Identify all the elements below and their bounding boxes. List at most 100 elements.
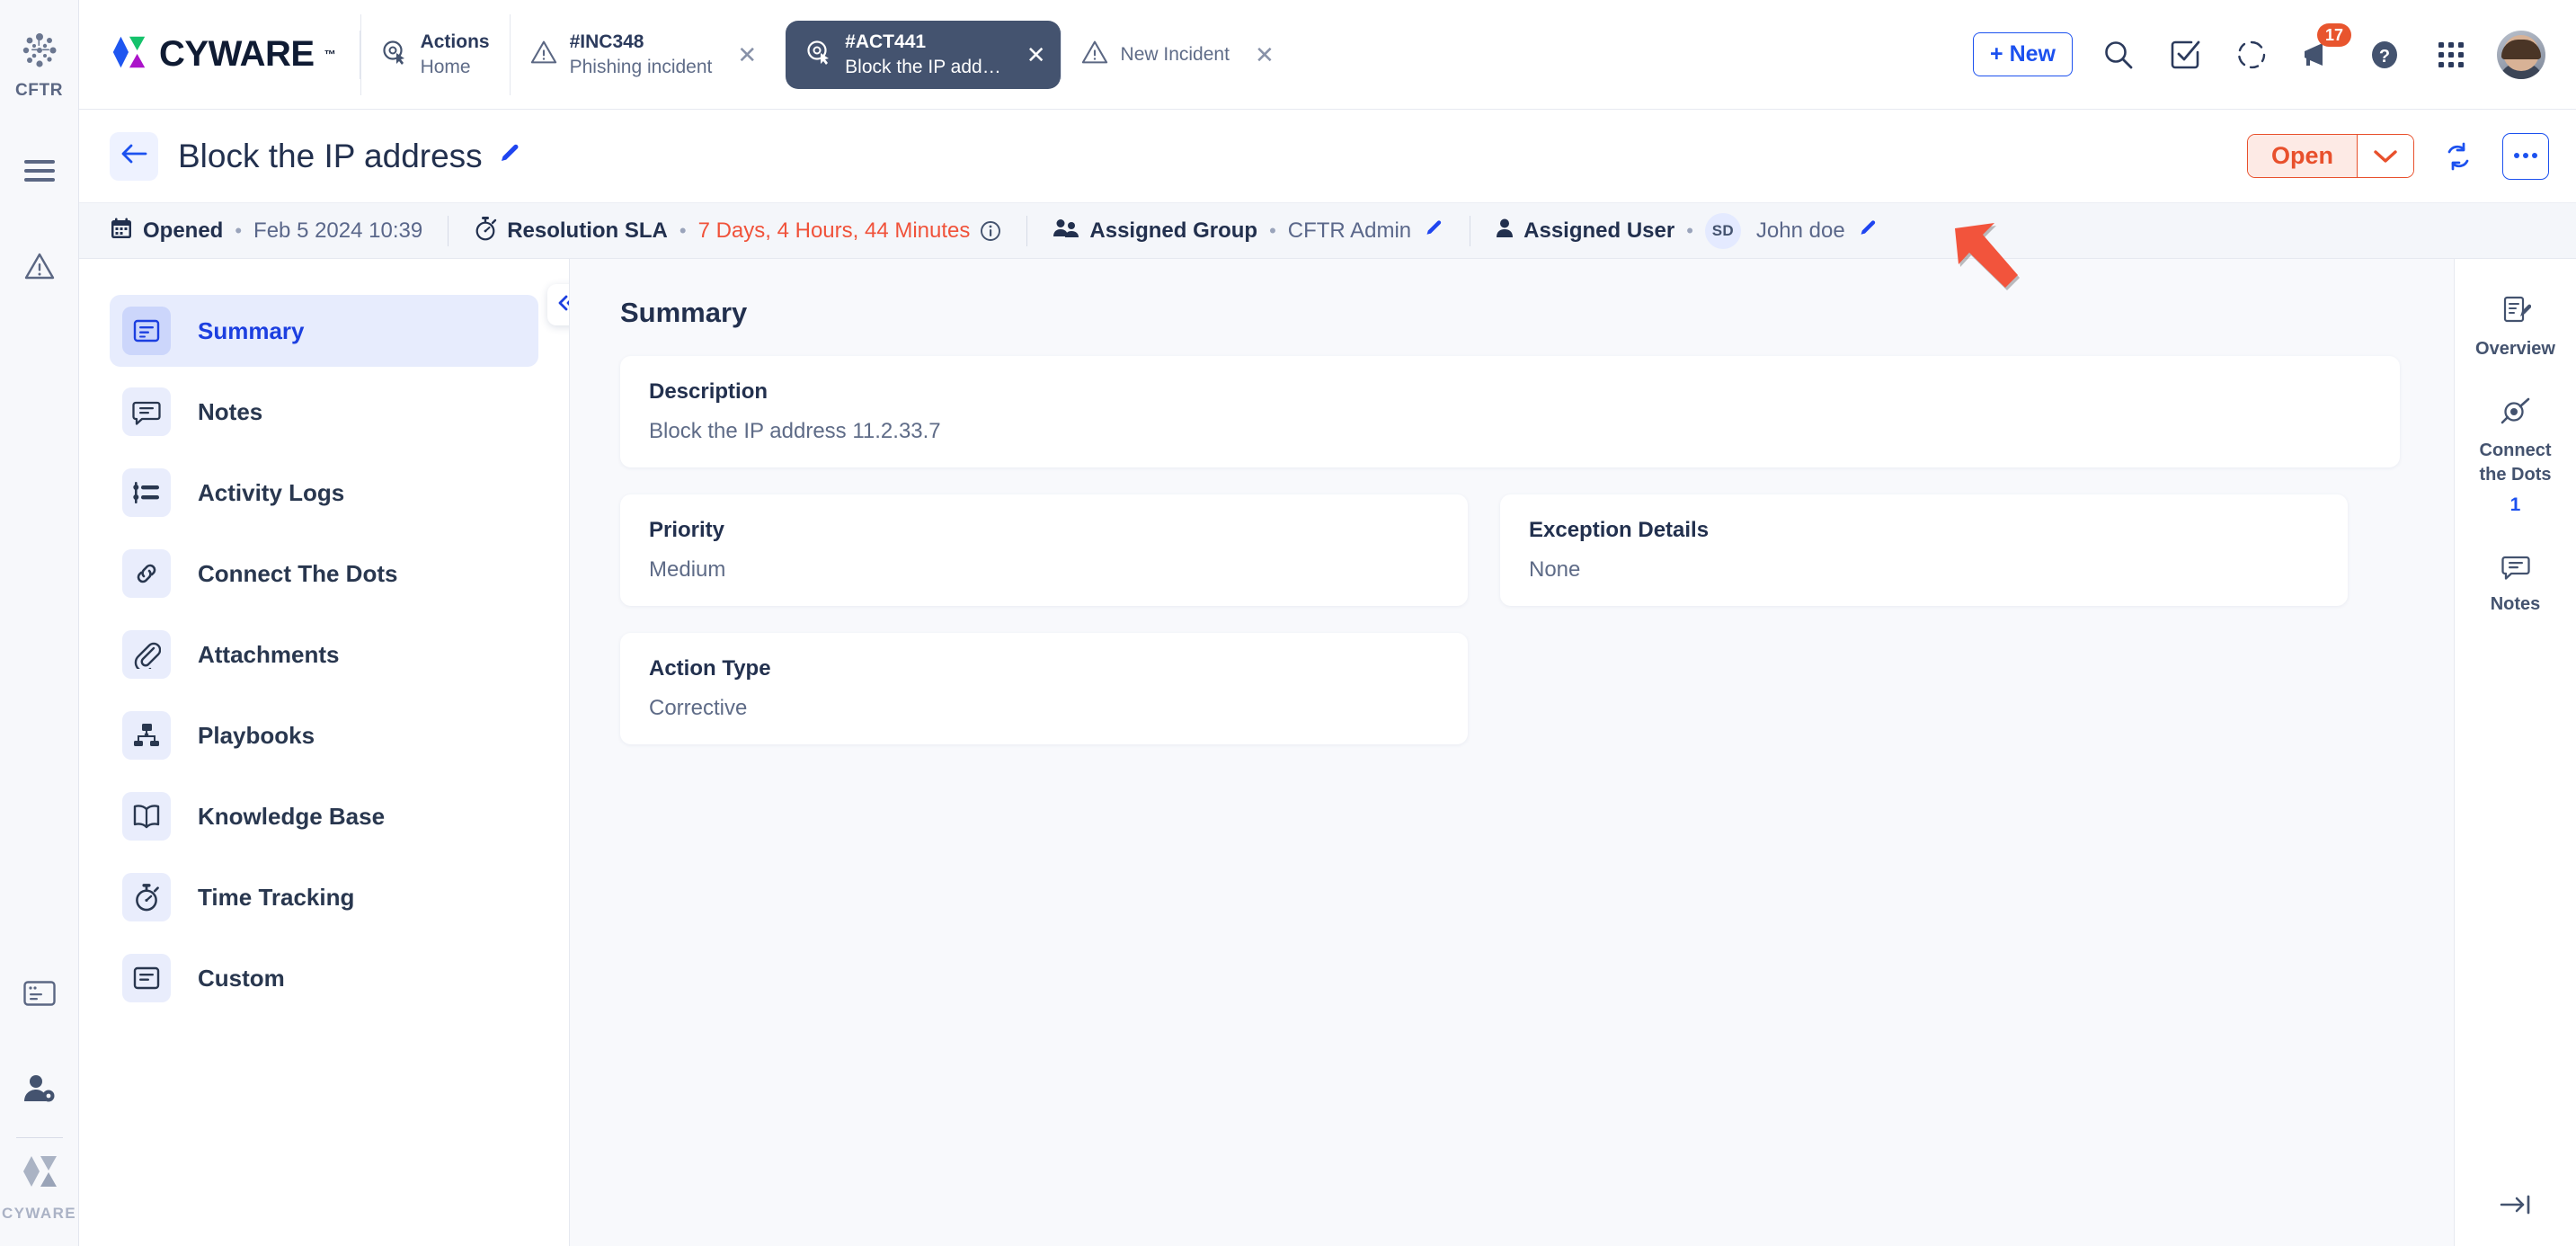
tab-actions-home[interactable]: Actions Home — [360, 14, 510, 95]
right-rail-label: Notes — [2491, 593, 2541, 616]
user-edit-button[interactable] — [1859, 218, 1879, 243]
app-grid-icon[interactable] — [2430, 34, 2472, 76]
title-edit-button[interactable] — [499, 142, 522, 170]
rail-brand-label: CFTR — [15, 81, 63, 101]
new-button[interactable]: + New — [1973, 32, 2073, 76]
tab-subtitle: Phishing incident — [570, 57, 713, 78]
meta-opened-label: Opened — [143, 218, 223, 244]
more-options-button[interactable] — [2502, 133, 2549, 180]
sidebar-item-playbooks[interactable]: Playbooks — [110, 699, 538, 771]
sidebar-item-label: Custom — [198, 965, 285, 992]
sidebar-item-summary[interactable]: Summary — [110, 295, 538, 367]
sidebar-item-activity-logs[interactable]: Activity Logs — [110, 457, 538, 529]
tab-subtitle: Block the IP add… — [845, 57, 1001, 78]
chevron-down-icon[interactable] — [2357, 135, 2413, 177]
tab-title: #ACT441 — [845, 31, 1001, 53]
open-book-icon — [122, 792, 171, 841]
priority-label: Priority — [649, 518, 1439, 543]
meta-divider — [448, 216, 449, 246]
sidebar-item-incidents[interactable] — [16, 245, 63, 291]
sidebar-item-console[interactable] — [16, 972, 63, 1019]
loading-circle-icon[interactable] — [2231, 34, 2272, 76]
content-area: Summary Description Block the IP address… — [570, 259, 2454, 1246]
sidebar-item-menu[interactable] — [16, 149, 63, 196]
collapse-panel-button[interactable] — [547, 284, 570, 325]
meta-opened: Opened • Feb 5 2024 10:39 — [110, 217, 422, 245]
avatar[interactable] — [2497, 31, 2545, 79]
status-dropdown[interactable]: Open — [2247, 134, 2414, 178]
meta-separator-dot: • — [680, 219, 687, 243]
tab-title: Actions — [421, 31, 490, 53]
group-edit-button[interactable] — [1425, 218, 1444, 243]
tab-inc348[interactable]: #INC348 Phishing incident ✕ — [510, 14, 777, 95]
rail-footer-brand: CYWARE — [2, 1151, 76, 1246]
sidebar-item-connect-the-dots[interactable]: Connect The Dots — [110, 538, 538, 610]
close-icon[interactable]: ✕ — [1255, 43, 1275, 67]
meta-group-value: CFTR Admin — [1288, 218, 1411, 244]
meta-user-value: John doe — [1756, 218, 1845, 244]
user-settings-icon — [22, 1073, 57, 1108]
rail-divider — [16, 1137, 63, 1138]
back-arrow-icon — [120, 142, 147, 170]
sidebar-item-time-tracking[interactable]: Time Tracking — [110, 861, 538, 933]
sidebar-item-label: Attachments — [198, 641, 339, 669]
right-rail-item-overview[interactable]: Overview — [2466, 295, 2565, 360]
right-rail-item-notes[interactable]: Notes — [2466, 552, 2565, 616]
user-initials-avatar: SD — [1705, 213, 1741, 249]
right-rail-item-connect-the-dots[interactable]: Connect the Dots 1 — [2466, 396, 2565, 516]
card-placeholder — [1500, 633, 2348, 771]
svg-text:?: ? — [2379, 47, 2390, 67]
activity-logs-icon — [122, 468, 171, 517]
meta-sla-label: Resolution SLA — [507, 218, 668, 244]
browser-window-icon — [23, 981, 56, 1010]
task-checkbox-icon[interactable] — [2164, 34, 2206, 76]
right-rail-label-line2: the Dots — [2480, 464, 2552, 486]
info-circle-icon[interactable] — [980, 220, 1001, 242]
refresh-sync-icon[interactable] — [2438, 136, 2479, 177]
search-icon[interactable] — [2098, 34, 2139, 76]
announcement-megaphone-icon[interactable]: 17 — [2297, 34, 2339, 76]
cyware-logo-text: CYWARE — [159, 34, 315, 75]
close-icon[interactable]: ✕ — [737, 43, 757, 67]
paperclip-icon — [122, 630, 171, 679]
sidebar-item-label: Knowledge Base — [198, 803, 385, 831]
meta-assigned-group: Assigned Group • CFTR Admin — [1053, 218, 1444, 244]
close-icon[interactable]: ✕ — [1026, 43, 1046, 67]
action-type-label: Action Type — [649, 656, 1439, 681]
tab-strip: Actions Home #INC348 Phishing — [360, 0, 1964, 109]
sidebar-item-notes[interactable]: Notes — [110, 376, 538, 448]
summary-document-icon — [122, 307, 171, 355]
stopwatch-icon — [122, 873, 171, 921]
cyware-logo[interactable]: CYWARE ™ — [79, 0, 360, 109]
tab-new-incident[interactable]: New Incident ✕ — [1061, 14, 1294, 95]
sidebar-item-user-admin[interactable] — [16, 1067, 63, 1114]
page-title-bar: Block the IP address Open — [79, 110, 2576, 203]
right-rail-count: 1 — [2510, 494, 2521, 516]
hamburger-menu-icon — [24, 159, 55, 187]
overview-clipboard-icon — [2500, 295, 2531, 330]
custom-document-icon — [122, 954, 171, 1002]
sidebar-item-attachments[interactable]: Attachments — [110, 619, 538, 690]
tab-title: #INC348 — [570, 31, 713, 53]
double-chevron-left-icon — [556, 294, 570, 316]
sidebar-item-label: Notes — [198, 398, 262, 426]
meta-assigned-user: Assigned User • SD John doe — [1496, 213, 1879, 249]
back-button[interactable] — [110, 132, 158, 181]
meta-sla-value: 7 Days, 4 Hours, 44 Minutes — [698, 218, 971, 244]
sidebar-item-knowledge-base[interactable]: Knowledge Base — [110, 780, 538, 852]
notes-chat-icon — [2501, 552, 2530, 585]
help-question-icon[interactable]: ? — [2364, 34, 2405, 76]
meta-group-label: Assigned Group — [1089, 218, 1257, 244]
cyware-logo-mark-icon — [110, 32, 149, 76]
sidebar-item-label: Time Tracking — [198, 884, 354, 912]
tab-act441[interactable]: #ACT441 Block the IP add… ✕ — [786, 21, 1060, 89]
rail-brand[interactable]: CFTR — [15, 31, 63, 101]
left-icon-rail: CFTR — [0, 0, 79, 1246]
stopwatch-icon — [474, 216, 497, 245]
expand-panel-button[interactable] — [2500, 1193, 2532, 1221]
sidebar-item-custom[interactable]: Custom — [110, 942, 538, 1014]
rail-footer-label: CYWARE — [2, 1205, 76, 1223]
title-bar-actions: Open — [2247, 133, 2549, 180]
top-bar-actions: + New — [1964, 0, 2576, 109]
main-column: CYWARE ™ Actions Home — [79, 0, 2576, 1246]
